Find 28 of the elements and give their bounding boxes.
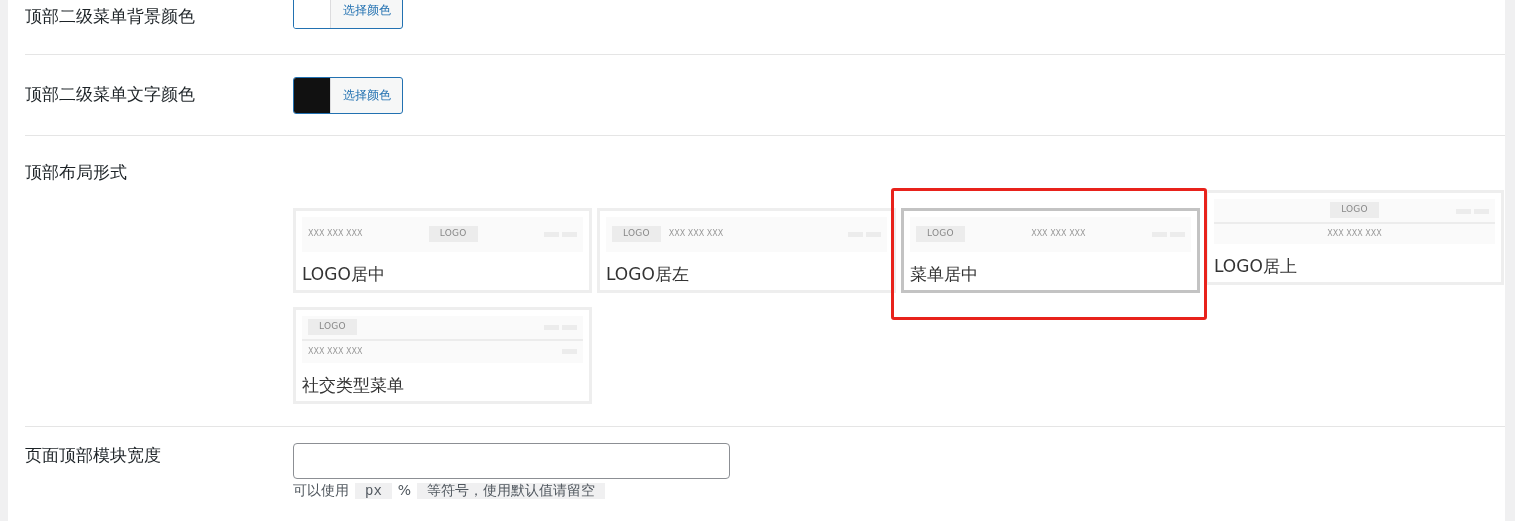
color-picker-button[interactable]: 选择颜色 [293, 0, 403, 29]
option-caption: 菜单居中 [910, 263, 979, 284]
help-text: 可以使用 px % 等符号，使用默认值请留空 [293, 480, 730, 500]
menu-placeholder: XXX XXX XXX [668, 228, 724, 240]
option-caption: LOGO居左 [606, 263, 690, 284]
setting-label: 顶部布局形式 [25, 161, 128, 184]
menu-placeholder: XXX XXX XXX [308, 228, 363, 240]
option-caption: LOGO居中 [302, 263, 386, 284]
menu-placeholder: XXX XXX XXX [308, 345, 363, 358]
menu-placeholder: XXX XXX XXX [1327, 227, 1382, 240]
layout-option[interactable]: LOGO XXX XXX XXX LOGO居上 [1205, 189, 1504, 285]
logo-placeholder: LOGO [428, 226, 478, 242]
option-caption: 社交类型菜单 [302, 374, 405, 395]
layout-option[interactable]: LOGO XXX XXX XXX LOGO居左 [597, 207, 896, 293]
logo-placeholder: LOGO [1330, 202, 1379, 218]
setting-label: 顶部二级菜单文字颜色 [25, 83, 196, 107]
setting-label: 顶部二级菜单背景颜色 [25, 5, 196, 29]
layout-option[interactable]: XXX XXX XXX LOGO LOGO居中 [293, 207, 592, 293]
logo-placeholder: LOGO [916, 226, 965, 242]
setting-label: 页面顶部模块宽度 [25, 443, 162, 467]
layout-option[interactable]: LOGO XXX XXX XXX 社交类型菜单 [293, 306, 592, 404]
layout-option[interactable]: LOGO XXX XXX XXX 菜单居中 [901, 207, 1200, 293]
logo-placeholder: LOGO [612, 226, 661, 242]
menu-placeholder: XXX XXX XXX [1031, 228, 1086, 240]
width-input[interactable] [293, 442, 730, 479]
option-caption: LOGO居上 [1214, 255, 1298, 276]
logo-placeholder: LOGO [308, 319, 357, 335]
color-picker-button[interactable]: 选择颜色 [293, 76, 403, 114]
